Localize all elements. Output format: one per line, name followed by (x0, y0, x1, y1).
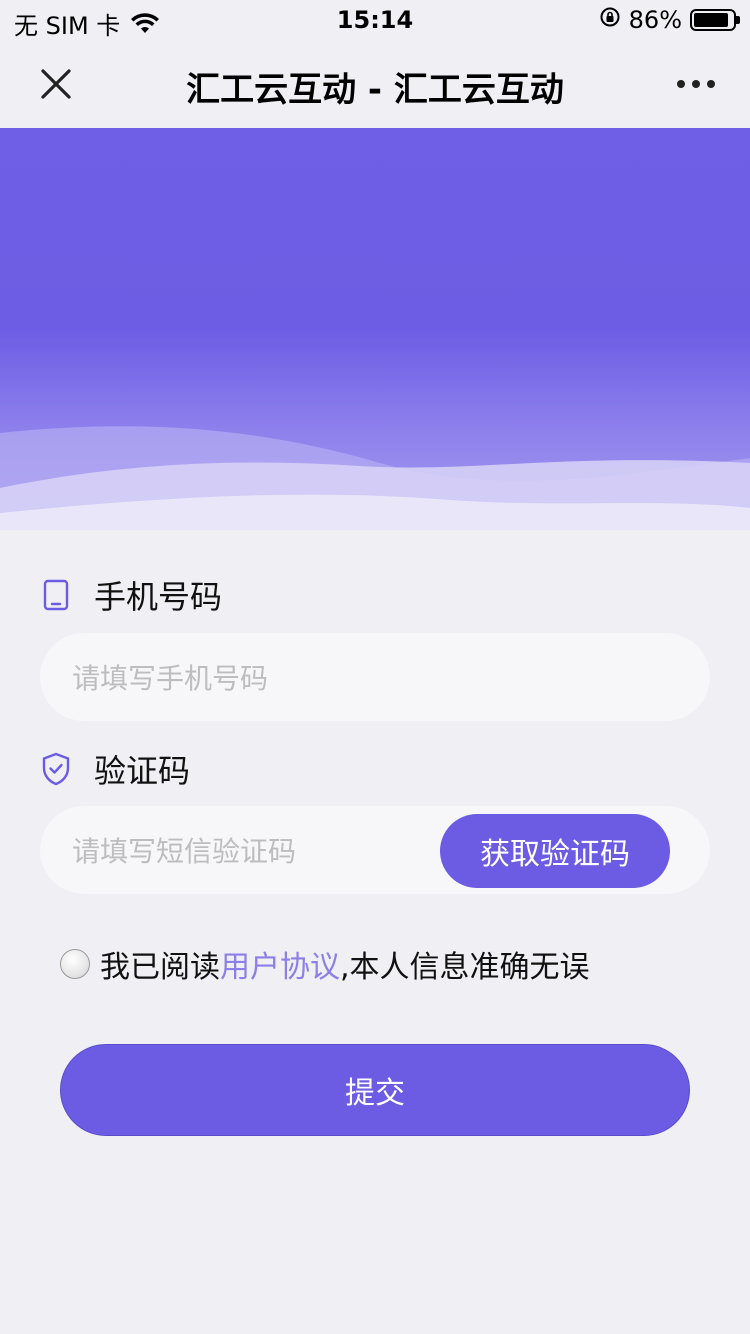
wave-decoration (0, 426, 750, 530)
code-label: 验证码 (94, 752, 191, 790)
battery-percent: 86% (628, 6, 682, 34)
phone-label-row: 手机号码 (40, 572, 222, 618)
agreement-prefix: 我已阅读 (100, 950, 220, 985)
status-bar: 无 SIM 卡 15:14 86% (0, 0, 750, 40)
status-right: 86% (599, 6, 740, 34)
agreement-radio[interactable] (60, 949, 90, 979)
code-input-container: 获取验证码 (40, 806, 710, 896)
battery-icon (690, 9, 740, 31)
get-code-button[interactable]: 获取验证码 (440, 814, 670, 888)
more-button[interactable] (672, 70, 720, 98)
agreement-suffix: ,本人信息准确无误 (340, 950, 590, 985)
hero-banner (0, 128, 750, 530)
more-icon (677, 80, 715, 88)
phone-label: 手机号码 (94, 578, 223, 616)
sms-code-input[interactable] (70, 806, 434, 896)
shield-check-icon (40, 752, 72, 786)
tablet-icon (40, 579, 72, 611)
orientation-lock-icon (599, 6, 621, 34)
phone-input-container (40, 633, 710, 723)
user-agreement-link[interactable]: 用户协议 (220, 950, 340, 985)
page-title: 汇工云互动 - 汇工云互动 (186, 70, 564, 110)
phone-input[interactable] (70, 633, 674, 723)
agreement-row: 我已阅读用户协议,本人信息准确无误 (60, 942, 590, 986)
submit-button[interactable]: 提交 (60, 1044, 690, 1136)
agreement-text: 我已阅读用户协议,本人信息准确无误 (100, 942, 590, 986)
nav-bar: 汇工云互动 - 汇工云互动 (0, 40, 750, 128)
code-label-row: 验证码 (40, 746, 190, 792)
